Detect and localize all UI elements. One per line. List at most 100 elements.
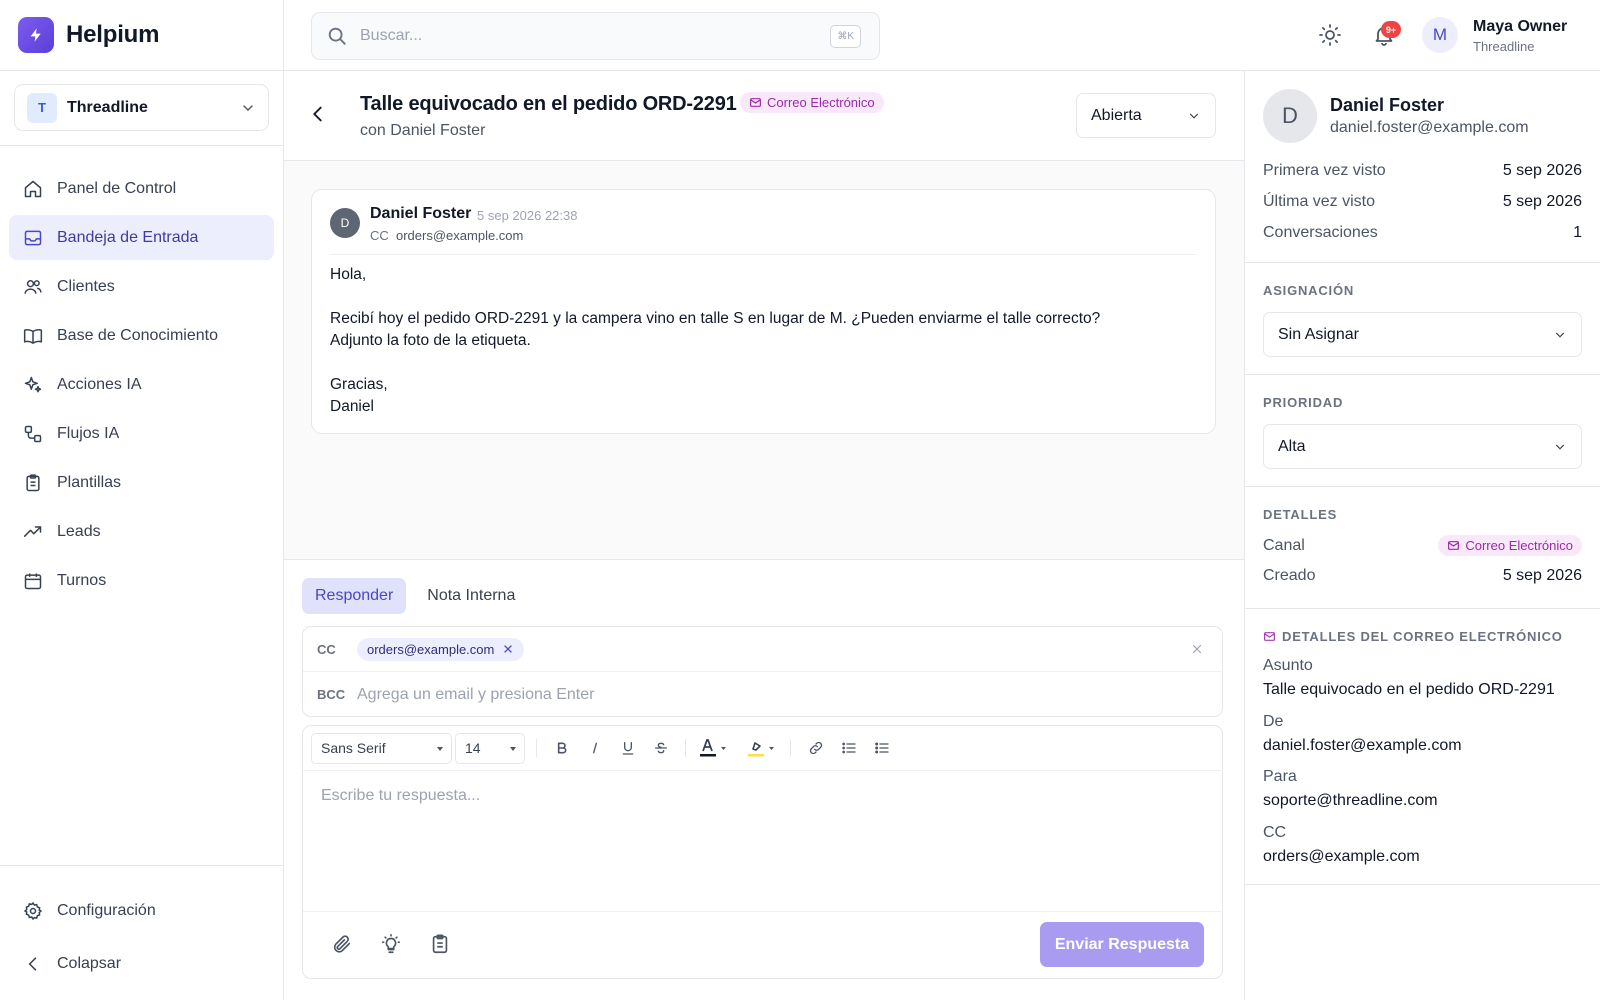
section-heading: DETALLES (1263, 507, 1338, 522)
created-label: Creado (1263, 567, 1316, 584)
highlighter-icon (748, 742, 774, 757)
font-family-value: Sans Serif (321, 740, 386, 756)
user-name[interactable]: Maya Owner (1473, 18, 1567, 36)
contact-card: D Daniel Foster daniel.foster@example.co… (1245, 71, 1600, 263)
channel-label: Canal (1263, 536, 1305, 554)
assignment-section: ASIGNACIÓN Sin Asignar (1245, 263, 1600, 375)
tab-nota-interna[interactable]: Nota Interna (414, 578, 528, 614)
bullet-list-button[interactable] (865, 734, 898, 762)
close-icon[interactable] (1190, 642, 1204, 656)
message-card: D Daniel Foster 5 sep 2026 22:38 CC orde… (311, 189, 1216, 434)
priority-section: PRIORIDAD Alta (1245, 375, 1600, 487)
avatar[interactable]: M (1422, 17, 1458, 53)
strikethrough-button[interactable] (644, 734, 677, 762)
status-value: Abierta (1091, 106, 1142, 124)
channel-badge: Correo Electrónico (740, 92, 884, 113)
search-shortcut: ⌘K (830, 24, 861, 48)
cc-label: CC (317, 641, 336, 657)
message-cc-value: orders@example.com (396, 228, 524, 243)
conversation-panel: Talle equivocado en el pedido ORD-2291 C… (284, 71, 1245, 1000)
home-icon (24, 180, 42, 197)
font-family-select[interactable]: Sans Serif (311, 732, 452, 764)
details-panel: D Daniel Foster daniel.foster@example.co… (1245, 71, 1600, 1000)
first-seen-value: 5 sep 2026 (1502, 162, 1582, 179)
created-value: 5 sep 2026 (1502, 567, 1582, 584)
sidebar-item-base-de-conocimiento[interactable]: Base de Conocimiento (9, 313, 274, 358)
brand[interactable]: Helpium (0, 0, 283, 71)
divider (330, 254, 1197, 255)
bolt-icon (18, 17, 54, 53)
italic-icon (592, 742, 597, 754)
italic-button[interactable] (578, 734, 611, 762)
caret-down-icon (437, 746, 443, 751)
sidebar-item-clientes[interactable]: Clientes (9, 264, 274, 309)
cc-row: CC orders@example.com (303, 627, 1222, 672)
workspace-avatar: T (27, 92, 57, 123)
toolbar-divider (790, 739, 791, 757)
message-line: Gracias, (330, 376, 388, 393)
back-arrow-icon[interactable] (307, 103, 329, 125)
reply-editor: Sans Serif 14 Escribe tu respuesta... En… (302, 725, 1223, 979)
sidebar-item-flujos-ia[interactable]: Flujos IA (9, 411, 274, 456)
mail-icon (750, 98, 761, 107)
text-color-button[interactable] (694, 734, 732, 762)
send-reply-button[interactable]: Enviar Respuesta (1040, 922, 1204, 967)
bold-button[interactable] (545, 734, 578, 762)
search-input[interactable]: Buscar... ⌘K (311, 12, 880, 60)
brand-name: Helpium (66, 21, 160, 48)
link-button[interactable] (799, 734, 832, 762)
status-select[interactable]: Abierta (1076, 93, 1216, 138)
message-timestamp: 5 sep 2026 22:38 (477, 208, 578, 223)
sun-icon[interactable] (1318, 23, 1342, 47)
sidebar-item-acciones-ia[interactable]: Acciones IA (9, 362, 274, 407)
sidebar-item-leads[interactable]: Leads (9, 509, 274, 554)
last-seen-row: Última vez visto 5 sep 2026 (1263, 193, 1582, 211)
font-size-select[interactable]: 14 (455, 732, 525, 764)
message-cc-label: CC (370, 228, 389, 243)
channel-badge-label: Correo Electrónico (1465, 538, 1573, 553)
from-label: De (1263, 713, 1284, 730)
sidebar-item-label: Clientes (57, 277, 115, 295)
workspace-switcher-wrap: T Threadline (0, 71, 283, 146)
sidebar-item-plantillas[interactable]: Plantillas (9, 460, 274, 505)
message-line: Daniel (330, 398, 374, 415)
section-heading: PRIORIDAD (1263, 395, 1344, 410)
message-body: Hola, Recibí hoy el pedido ORD-2291 y la… (330, 264, 1100, 418)
email-details-section: DETALLES DEL CORREO ELECTRÓNICO Asunto T… (1245, 609, 1600, 885)
trending-up-icon (23, 525, 42, 537)
sidebar-item-configuracion[interactable]: Configuración (9, 888, 274, 933)
users-icon (24, 279, 42, 294)
paperclip-icon[interactable] (331, 933, 353, 955)
priority-select[interactable]: Alta (1263, 424, 1582, 469)
workspace-name: Threadline (67, 98, 148, 116)
sidebar-item-label: Leads (57, 522, 101, 540)
ordered-list-button[interactable] (832, 734, 865, 762)
channel-row: Canal Correo Electrónico (1263, 535, 1582, 556)
sidebar-item-label: Flujos IA (57, 424, 120, 442)
clipboard-icon[interactable] (429, 933, 451, 955)
contact-name[interactable]: Daniel Foster (1330, 95, 1444, 116)
reply-text-input[interactable]: Escribe tu respuesta... (321, 787, 480, 805)
link-icon (809, 741, 822, 755)
assignee-select[interactable]: Sin Asignar (1263, 312, 1582, 357)
sidebar-item-turnos[interactable]: Turnos (9, 558, 274, 603)
message-line: Adjunto la foto de la etiqueta. (330, 332, 531, 349)
tab-responder[interactable]: Responder (302, 578, 407, 614)
highlight-color-button[interactable] (740, 734, 782, 762)
bold-icon (557, 742, 566, 754)
toolbar-divider (536, 739, 537, 757)
sidebar-item-bandeja-de-entrada[interactable]: Bandeja de Entrada (9, 215, 274, 260)
remove-icon[interactable] (502, 643, 514, 655)
recipients-box: CC orders@example.com BCC Agrega un emai… (302, 626, 1223, 717)
contact-email: daniel.foster@example.com (1330, 119, 1529, 136)
mail-icon (1448, 541, 1460, 550)
workspace-switcher[interactable]: T Threadline (14, 84, 269, 131)
bcc-input[interactable]: Agrega un email y presiona Enter (357, 686, 594, 704)
sidebar-item-panel-de-control[interactable]: Panel de Control (9, 166, 274, 211)
conversations-count: 1 (1573, 224, 1582, 241)
lightbulb-icon[interactable] (380, 933, 402, 955)
underline-button[interactable] (611, 734, 644, 762)
sidebar-collapse-button[interactable]: Colapsar (9, 941, 274, 986)
subject-label: Asunto (1263, 657, 1313, 674)
bcc-row[interactable]: BCC Agrega un email y presiona Enter (303, 672, 1222, 717)
